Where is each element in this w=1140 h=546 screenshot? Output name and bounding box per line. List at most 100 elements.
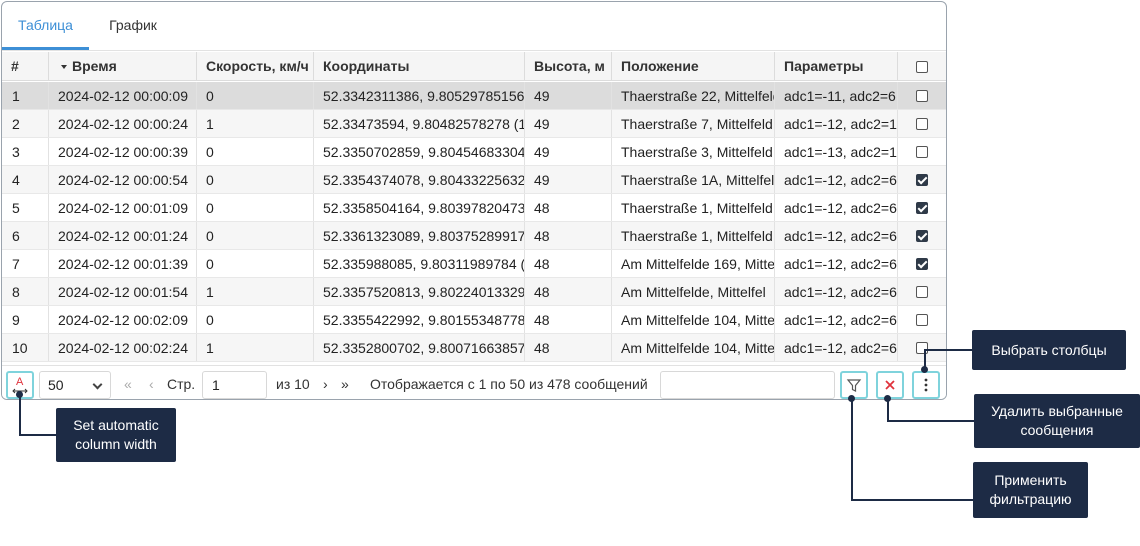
delete-selected-button[interactable] bbox=[876, 371, 904, 399]
cell-location: Am Mittelfelde, Mittelfel bbox=[612, 278, 775, 305]
cell-time: 2024-02-12 00:02:09 bbox=[49, 306, 197, 333]
svg-text:A: A bbox=[16, 376, 24, 388]
cell-coordinates: 52.3361323089, 9.80375289917 bbox=[314, 222, 525, 249]
table-row[interactable]: 6 2024-02-12 00:01:24 0 52.3361323089, 9.80… bbox=[2, 222, 946, 250]
row-checkbox[interactable] bbox=[916, 314, 928, 326]
cell-altitude: 48 bbox=[525, 222, 612, 249]
row-checkbox[interactable] bbox=[916, 342, 928, 354]
row-checkbox[interactable] bbox=[916, 146, 928, 158]
callout-auto-width: Set automatic column width bbox=[56, 408, 176, 462]
cell-location: Thaerstraße 3, Mittelfeld bbox=[612, 138, 775, 165]
cell-speed: 1 bbox=[197, 278, 314, 305]
cell-coordinates: 52.3355422992, 9.80155348778 bbox=[314, 306, 525, 333]
choose-columns-button[interactable] bbox=[912, 371, 940, 399]
records-summary: Отображается с 1 по 50 из 478 сообщений bbox=[370, 376, 648, 392]
cell-time: 2024-02-12 00:00:39 bbox=[49, 138, 197, 165]
last-page-icon[interactable]: » bbox=[341, 372, 349, 396]
column-header-time[interactable]: Время bbox=[49, 52, 197, 80]
sort-desc-icon bbox=[61, 65, 67, 70]
cell-select bbox=[898, 278, 946, 305]
cell-altitude: 49 bbox=[525, 166, 612, 193]
cell-number: 9 bbox=[2, 306, 49, 333]
cell-speed: 0 bbox=[197, 222, 314, 249]
cell-number: 1 bbox=[2, 82, 49, 109]
cell-number: 6 bbox=[2, 222, 49, 249]
cell-select bbox=[898, 306, 946, 333]
cell-time: 2024-02-12 00:01:09 bbox=[49, 194, 197, 221]
cell-select bbox=[898, 250, 946, 277]
cell-altitude: 48 bbox=[525, 278, 612, 305]
cell-number: 7 bbox=[2, 250, 49, 277]
row-checkbox[interactable] bbox=[916, 258, 928, 270]
tab-table[interactable]: Таблица bbox=[2, 2, 89, 50]
callout-choose-columns: Выбрать столбцы bbox=[972, 330, 1126, 370]
row-checkbox[interactable] bbox=[916, 230, 928, 242]
page-size-value: 50 bbox=[48, 377, 64, 393]
callout-line bbox=[924, 349, 972, 351]
cell-select bbox=[898, 194, 946, 221]
cell-select bbox=[898, 222, 946, 249]
row-checkbox[interactable] bbox=[916, 174, 928, 186]
cell-select bbox=[898, 334, 946, 361]
cell-location: Thaerstraße 1, Mittelfeld bbox=[612, 194, 775, 221]
cell-number: 2 bbox=[2, 110, 49, 137]
column-header-altitude[interactable]: Высота, м bbox=[525, 52, 612, 80]
table-row[interactable]: 5 2024-02-12 00:01:09 0 52.3358504164, 9.80… bbox=[2, 194, 946, 222]
messages-panel: Таблица График # Время Скорость, км/ч Ко… bbox=[1, 1, 947, 400]
cell-location: Thaerstraße 22, Mittelfelde bbox=[612, 82, 775, 109]
table-row[interactable]: 2 2024-02-12 00:00:24 1 52.33473594, 9.8048… bbox=[2, 110, 946, 138]
chevron-down-icon bbox=[92, 379, 103, 390]
callout-apply-filter: Применить фильтрацию bbox=[973, 462, 1088, 518]
cell-altitude: 49 bbox=[525, 138, 612, 165]
close-icon bbox=[885, 380, 895, 390]
cell-altitude: 48 bbox=[525, 250, 612, 277]
row-checkbox[interactable] bbox=[916, 202, 928, 214]
callout-delete-selected: Удалить выбранные сообщения bbox=[974, 394, 1140, 448]
next-page-icon[interactable]: › bbox=[323, 372, 328, 396]
table-row[interactable]: 7 2024-02-12 00:01:39 0 52.335988085, 9.803… bbox=[2, 250, 946, 278]
row-checkbox[interactable] bbox=[916, 286, 928, 298]
table-row[interactable]: 8 2024-02-12 00:01:54 1 52.3357520813, 9.80… bbox=[2, 278, 946, 306]
table-row[interactable]: 4 2024-02-12 00:00:54 0 52.3354374078, 9.80… bbox=[2, 166, 946, 194]
cell-coordinates: 52.3352800702, 9.80071663857 bbox=[314, 334, 525, 361]
column-header-parameters[interactable]: Параметры bbox=[775, 52, 898, 80]
column-header-location[interactable]: Положение bbox=[612, 52, 775, 80]
cell-altitude: 48 bbox=[525, 306, 612, 333]
cell-select bbox=[898, 138, 946, 165]
callout-line bbox=[851, 499, 973, 501]
apply-filter-button[interactable] bbox=[840, 371, 868, 399]
cell-select bbox=[898, 166, 946, 193]
table-row[interactable]: 1 2024-02-12 00:00:09 0 52.3342311386, 9.80… bbox=[2, 82, 946, 110]
filter-input[interactable] bbox=[660, 371, 835, 399]
callout-dot bbox=[16, 391, 23, 398]
cell-coordinates: 52.33473594, 9.80482578278 (1 bbox=[314, 110, 525, 137]
cell-number: 3 bbox=[2, 138, 49, 165]
table-row[interactable]: 9 2024-02-12 00:02:09 0 52.3355422992, 9.80… bbox=[2, 306, 946, 334]
first-page-icon[interactable]: « bbox=[124, 372, 132, 396]
cell-coordinates: 52.335988085, 9.80311989784 ( bbox=[314, 250, 525, 277]
cell-location: Thaerstraße 1A, Mittelfel bbox=[612, 166, 775, 193]
row-checkbox[interactable] bbox=[916, 118, 928, 130]
cell-number: 8 bbox=[2, 278, 49, 305]
table-row[interactable]: 3 2024-02-12 00:00:39 0 52.3350702859, 9.80… bbox=[2, 138, 946, 166]
column-header-number[interactable]: # bbox=[2, 52, 49, 80]
select-all-checkbox[interactable] bbox=[916, 61, 928, 73]
cell-location: Am Mittelfelde 104, Mitte bbox=[612, 334, 775, 361]
cell-coordinates: 52.3350702859, 9.80454683304 bbox=[314, 138, 525, 165]
column-header-coordinates[interactable]: Координаты bbox=[314, 52, 525, 80]
callout-dot bbox=[921, 366, 928, 373]
column-header-speed[interactable]: Скорость, км/ч bbox=[197, 52, 314, 80]
cell-location: Am Mittelfelde 104, Mitte bbox=[612, 306, 775, 333]
table-row[interactable]: 10 2024-02-12 00:02:24 1 52.3352800702, 9.8… bbox=[2, 334, 946, 362]
page-size-select[interactable]: 50 bbox=[39, 371, 111, 399]
page-number-input[interactable]: 1 bbox=[202, 371, 267, 399]
cell-parameters: adc1=-12, adc2=6 bbox=[775, 166, 898, 193]
callout-dot bbox=[884, 395, 891, 402]
prev-page-icon[interactable]: ‹ bbox=[149, 372, 154, 396]
cell-location: Thaerstraße 7, Mittelfeld bbox=[612, 110, 775, 137]
row-checkbox[interactable] bbox=[916, 90, 928, 102]
cell-speed: 0 bbox=[197, 138, 314, 165]
callout-line bbox=[851, 397, 853, 500]
tab-chart[interactable]: График bbox=[89, 2, 177, 50]
cell-altitude: 48 bbox=[525, 194, 612, 221]
